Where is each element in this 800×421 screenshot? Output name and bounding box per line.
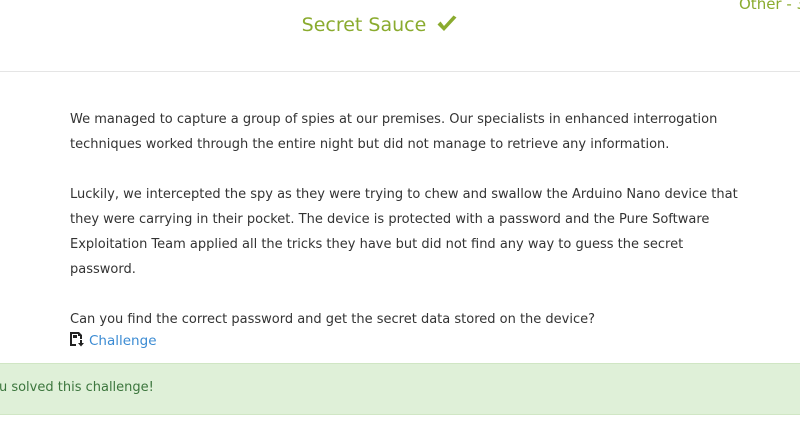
description-paragraph: We managed to capture a group of spies a… bbox=[70, 112, 718, 152]
description-paragraph: Can you find the correct password and ge… bbox=[70, 312, 596, 327]
check-icon bbox=[436, 15, 458, 38]
challenge-download-link[interactable]: Challenge bbox=[69, 331, 157, 351]
challenge-points: Other - 3 bbox=[739, 0, 800, 13]
description-paragraph: Luckily, we intercepted the spy as they … bbox=[70, 187, 738, 277]
challenge-page: Secret Sauce Other - 3 We managed to cap… bbox=[0, 0, 800, 421]
challenge-title-wrap: Secret Sauce bbox=[0, 14, 760, 38]
challenge-title: Secret Sauce bbox=[301, 14, 427, 36]
solved-alert: ou solved this challenge! bbox=[0, 363, 800, 415]
solved-message: ou solved this challenge! bbox=[0, 380, 154, 395]
challenge-download-label: Challenge bbox=[89, 333, 157, 349]
download-file-icon bbox=[69, 331, 85, 351]
challenge-description: We managed to capture a group of spies a… bbox=[70, 107, 750, 357]
challenge-header: Secret Sauce Other - 3 bbox=[0, 0, 800, 72]
